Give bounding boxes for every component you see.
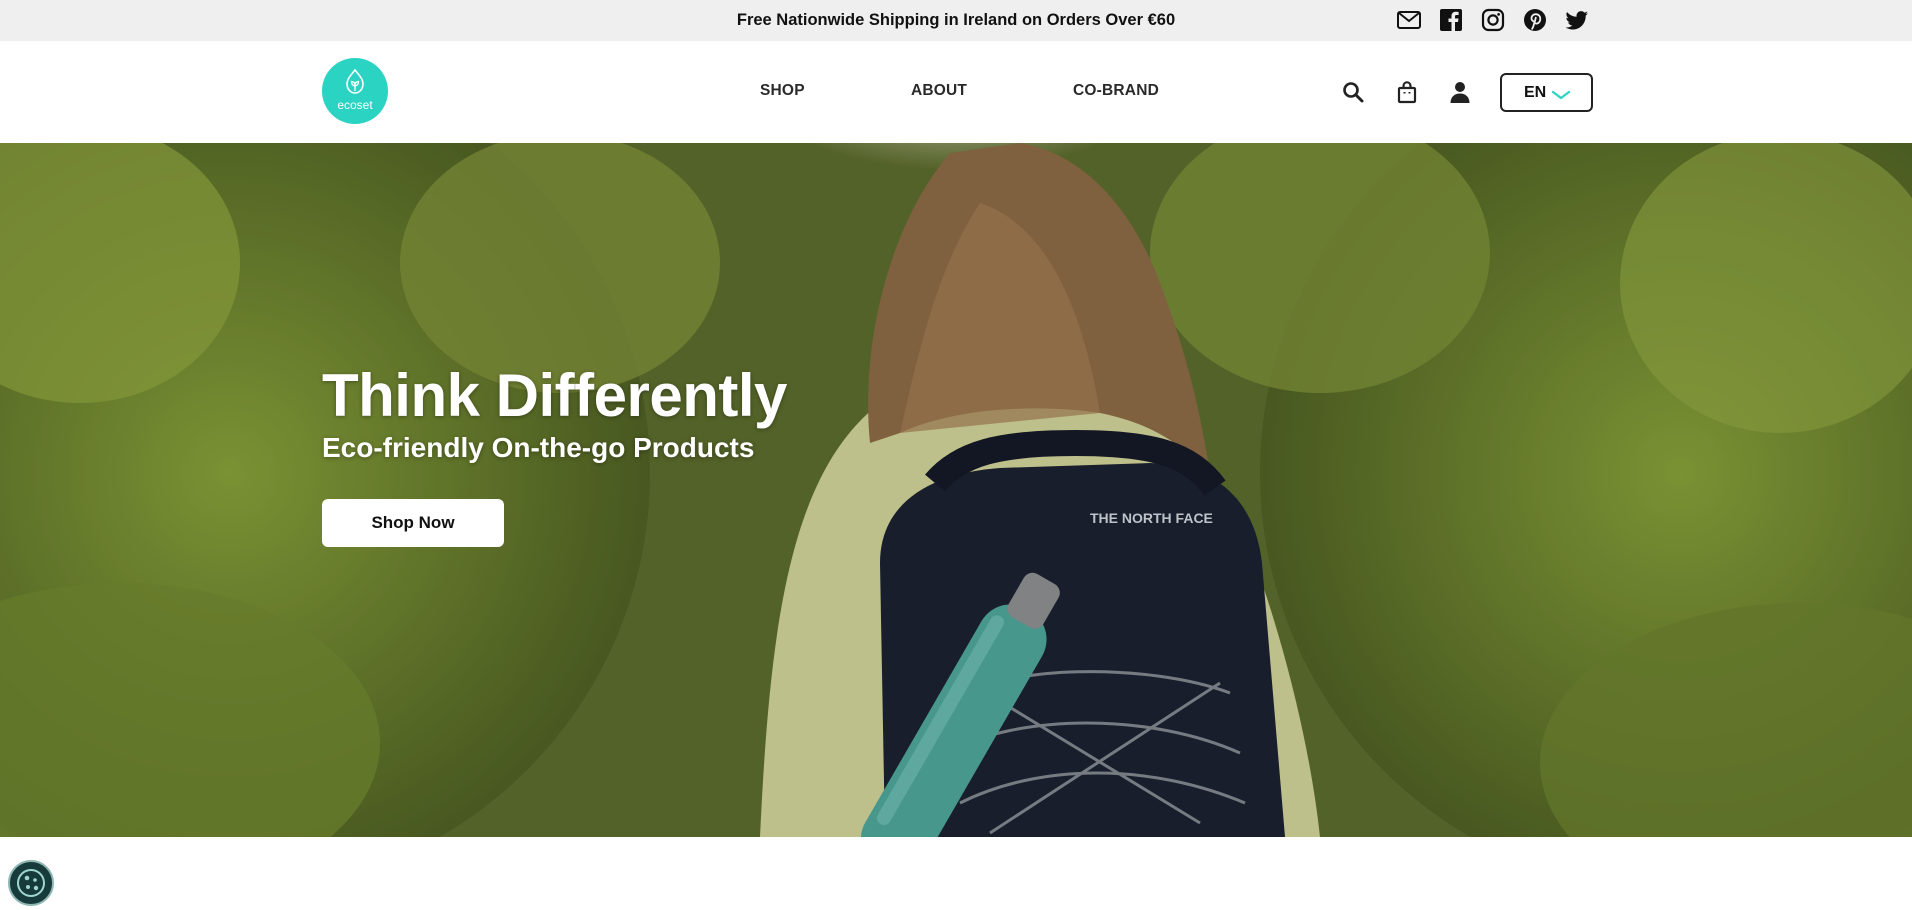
nav-item-shop[interactable]: SHOP	[760, 82, 805, 100]
cookie-settings-button[interactable]	[8, 860, 54, 906]
announcement-text: Free Nationwide Shipping in Ireland on O…	[736, 11, 1176, 29]
account-icon[interactable]	[1448, 80, 1472, 104]
brand-logo[interactable]: ecoset	[322, 58, 388, 124]
leaf-drop-icon	[346, 69, 364, 94]
bag-icon[interactable]	[1395, 80, 1419, 104]
shop-now-button[interactable]: Shop Now	[322, 499, 504, 547]
mail-icon[interactable]	[1396, 7, 1422, 33]
cookie-icon	[17, 869, 45, 897]
twitter-icon[interactable]	[1564, 7, 1590, 33]
announcement-bar: Free Nationwide Shipping in Ireland on O…	[0, 0, 1912, 41]
language-selected: EN	[1524, 84, 1547, 101]
language-selector[interactable]: EN	[1500, 73, 1593, 112]
instagram-icon[interactable]	[1480, 7, 1506, 33]
nav-item-co-brand[interactable]: CO-BRAND	[1073, 82, 1159, 100]
facebook-icon[interactable]	[1438, 7, 1464, 33]
social-links	[1396, 7, 1590, 33]
hero-banner: THE NORTH FACE Think Differently Eco-fri…	[0, 143, 1912, 837]
hero-subtitle: Eco-friendly On-the-go Products	[322, 432, 755, 463]
site-header: ecoset SHOP ABOUT CO-BRAND EN	[0, 41, 1912, 143]
hero-title: Think Differently	[322, 362, 787, 429]
pinterest-icon[interactable]	[1522, 7, 1548, 33]
search-icon[interactable]	[1341, 80, 1365, 104]
chevron-down-icon	[1551, 90, 1571, 100]
nav-item-about[interactable]: ABOUT	[911, 82, 967, 100]
hero-image: THE NORTH FACE	[0, 143, 1912, 837]
logo-text: ecoset	[337, 98, 373, 112]
